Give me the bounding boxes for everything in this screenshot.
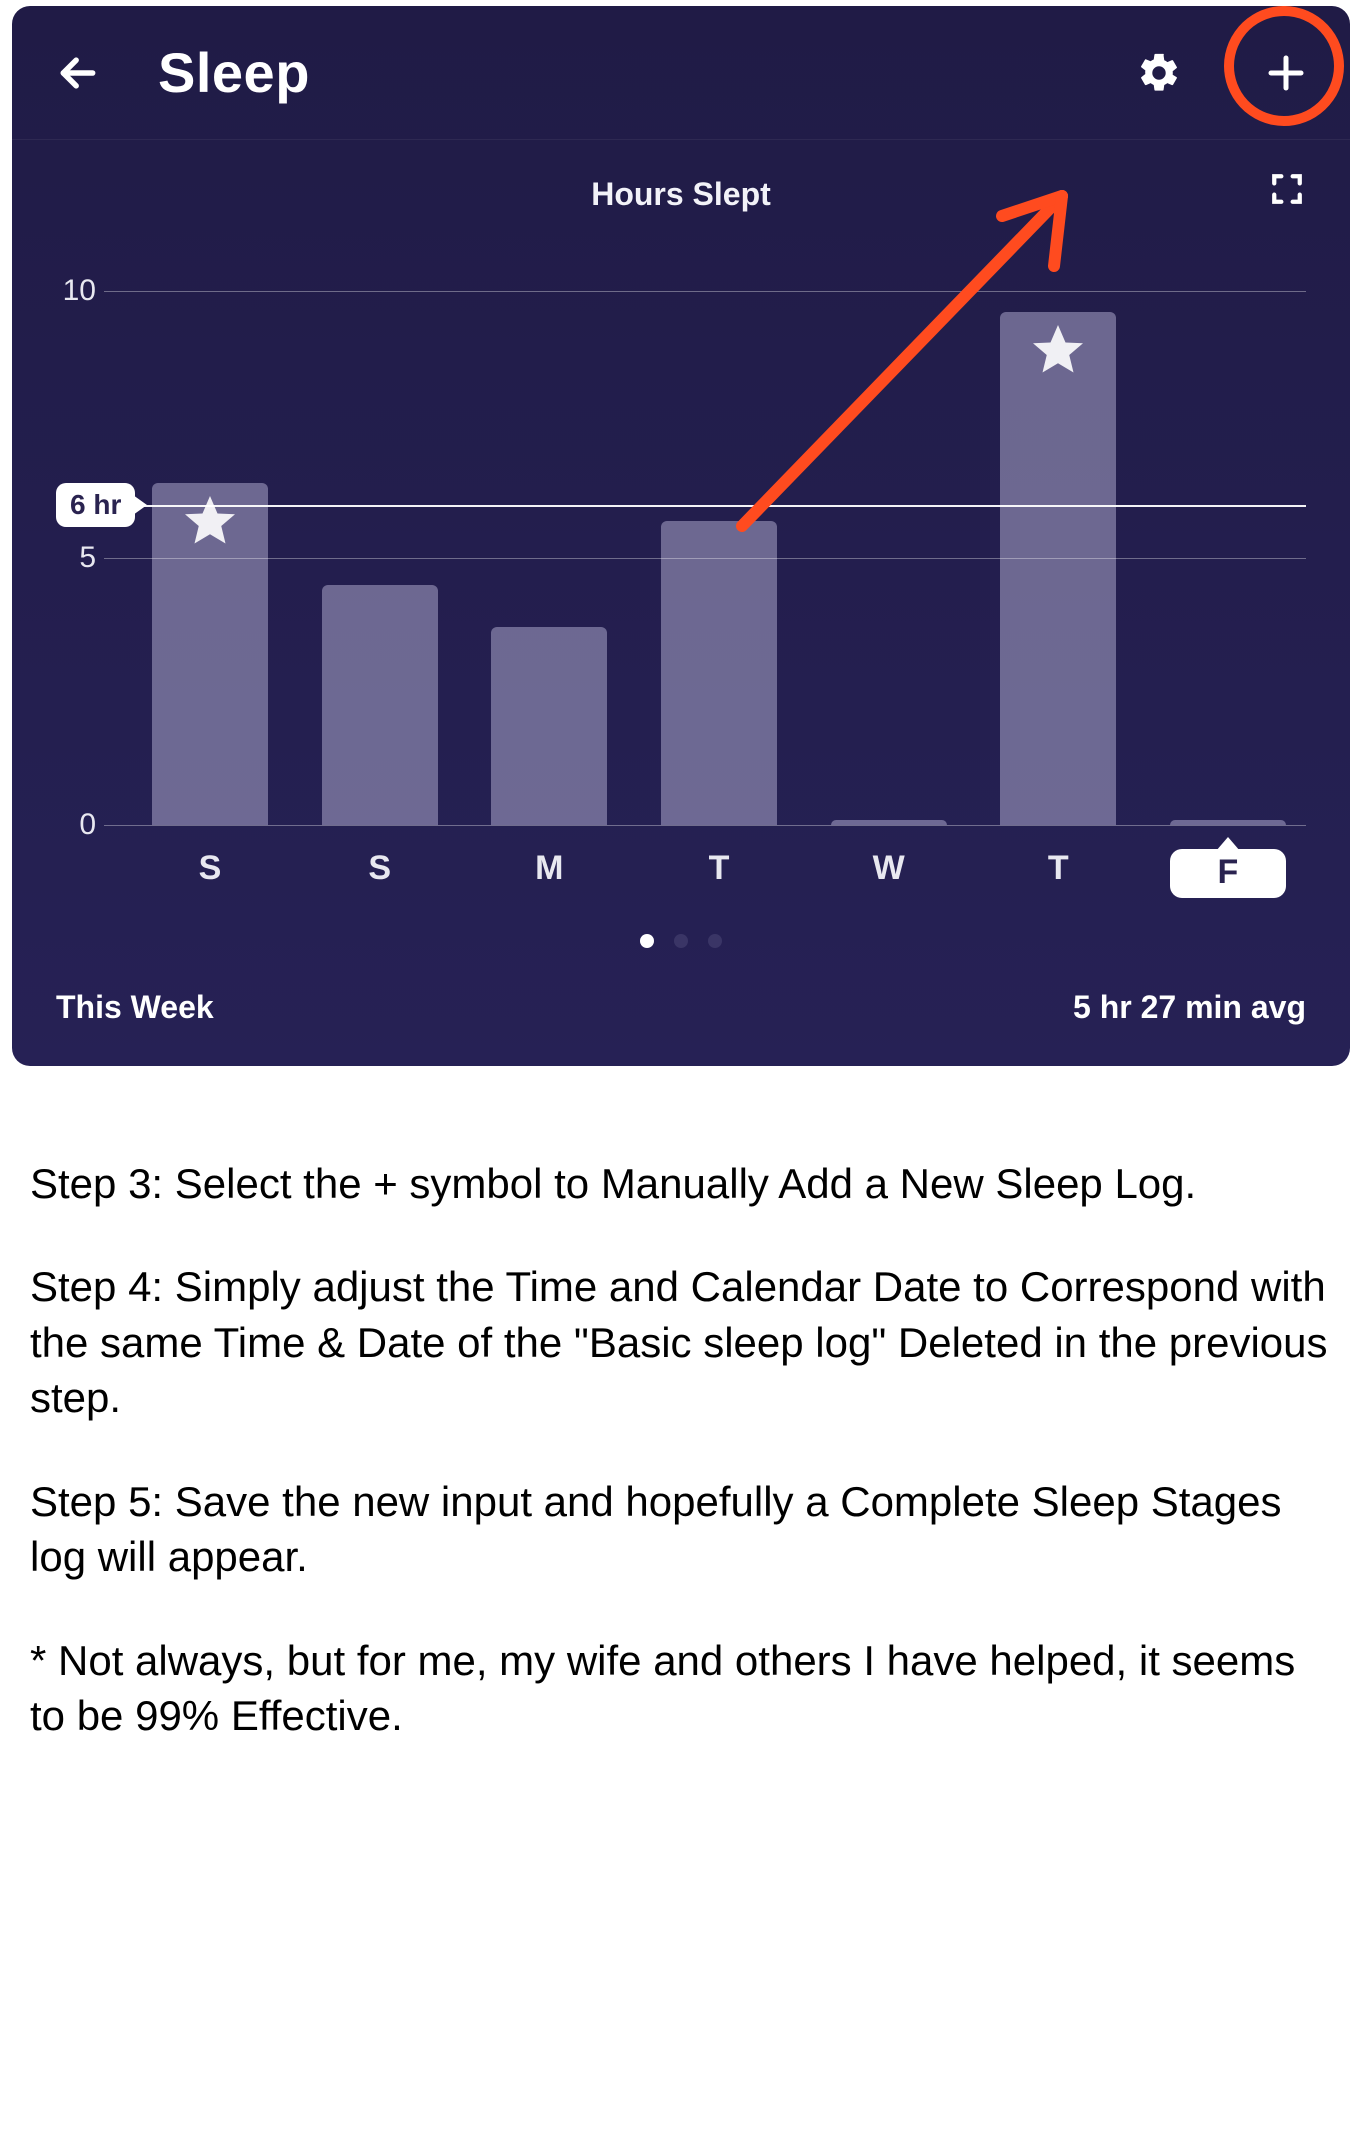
topbar: Sleep <box>12 6 1350 139</box>
x-tick[interactable]: S <box>322 849 438 898</box>
x-tick[interactable]: M <box>491 849 607 898</box>
bar <box>1000 312 1116 825</box>
footer-left: This Week <box>56 989 214 1026</box>
y-tick-label: 5 <box>46 541 96 575</box>
x-tick[interactable]: S <box>152 849 268 898</box>
pager-dot[interactable] <box>640 934 654 948</box>
back-icon[interactable] <box>56 51 100 95</box>
bar <box>322 585 438 825</box>
gridline <box>104 291 1306 292</box>
step-3: Step 3: Select the + symbol to Manually … <box>30 1156 1332 1211</box>
pager-dot[interactable] <box>708 934 722 948</box>
chart-plot[interactable]: 05106 hr <box>56 291 1306 825</box>
gear-icon[interactable] <box>1136 50 1182 96</box>
footer-right: 5 hr 27 min avg <box>1073 989 1306 1026</box>
bar <box>661 521 777 825</box>
star-icon <box>1028 320 1088 380</box>
gridline <box>104 558 1306 559</box>
sleep-card: Sleep Hours Slept 05106 hr SSMTWTF This … <box>12 6 1350 1066</box>
avg-callout: 6 hr <box>56 483 135 527</box>
card-footer: This Week 5 hr 27 min avg <box>12 977 1350 1066</box>
bar <box>152 483 268 825</box>
gridline <box>104 825 1306 826</box>
x-tick[interactable]: W <box>831 849 947 898</box>
chart-title: Hours Slept <box>56 176 1306 213</box>
x-tick[interactable]: F <box>1170 849 1286 898</box>
y-tick-label: 10 <box>46 274 96 308</box>
page-title: Sleep <box>158 40 1088 105</box>
x-tick[interactable]: T <box>661 849 777 898</box>
y-tick-label: 0 <box>46 808 96 842</box>
star-icon <box>180 491 240 551</box>
chart-area: Hours Slept 05106 hr SSMTWTF <box>12 140 1350 977</box>
pager-dots[interactable] <box>56 898 1306 977</box>
step-4: Step 4: Simply adjust the Time and Calen… <box>30 1259 1332 1425</box>
bar <box>491 627 607 825</box>
chart-xaxis: SSMTWTF <box>56 849 1306 898</box>
avg-line <box>56 505 1306 507</box>
note: * Not always, but for me, my wife and ot… <box>30 1633 1332 1744</box>
plus-icon[interactable] <box>1266 53 1306 93</box>
instructions-text: Step 3: Select the + symbol to Manually … <box>0 1066 1362 1784</box>
pager-dot[interactable] <box>674 934 688 948</box>
fullscreen-icon[interactable] <box>1270 172 1304 206</box>
step-5: Step 5: Save the new input and hopefully… <box>30 1474 1332 1585</box>
x-tick[interactable]: T <box>1000 849 1116 898</box>
